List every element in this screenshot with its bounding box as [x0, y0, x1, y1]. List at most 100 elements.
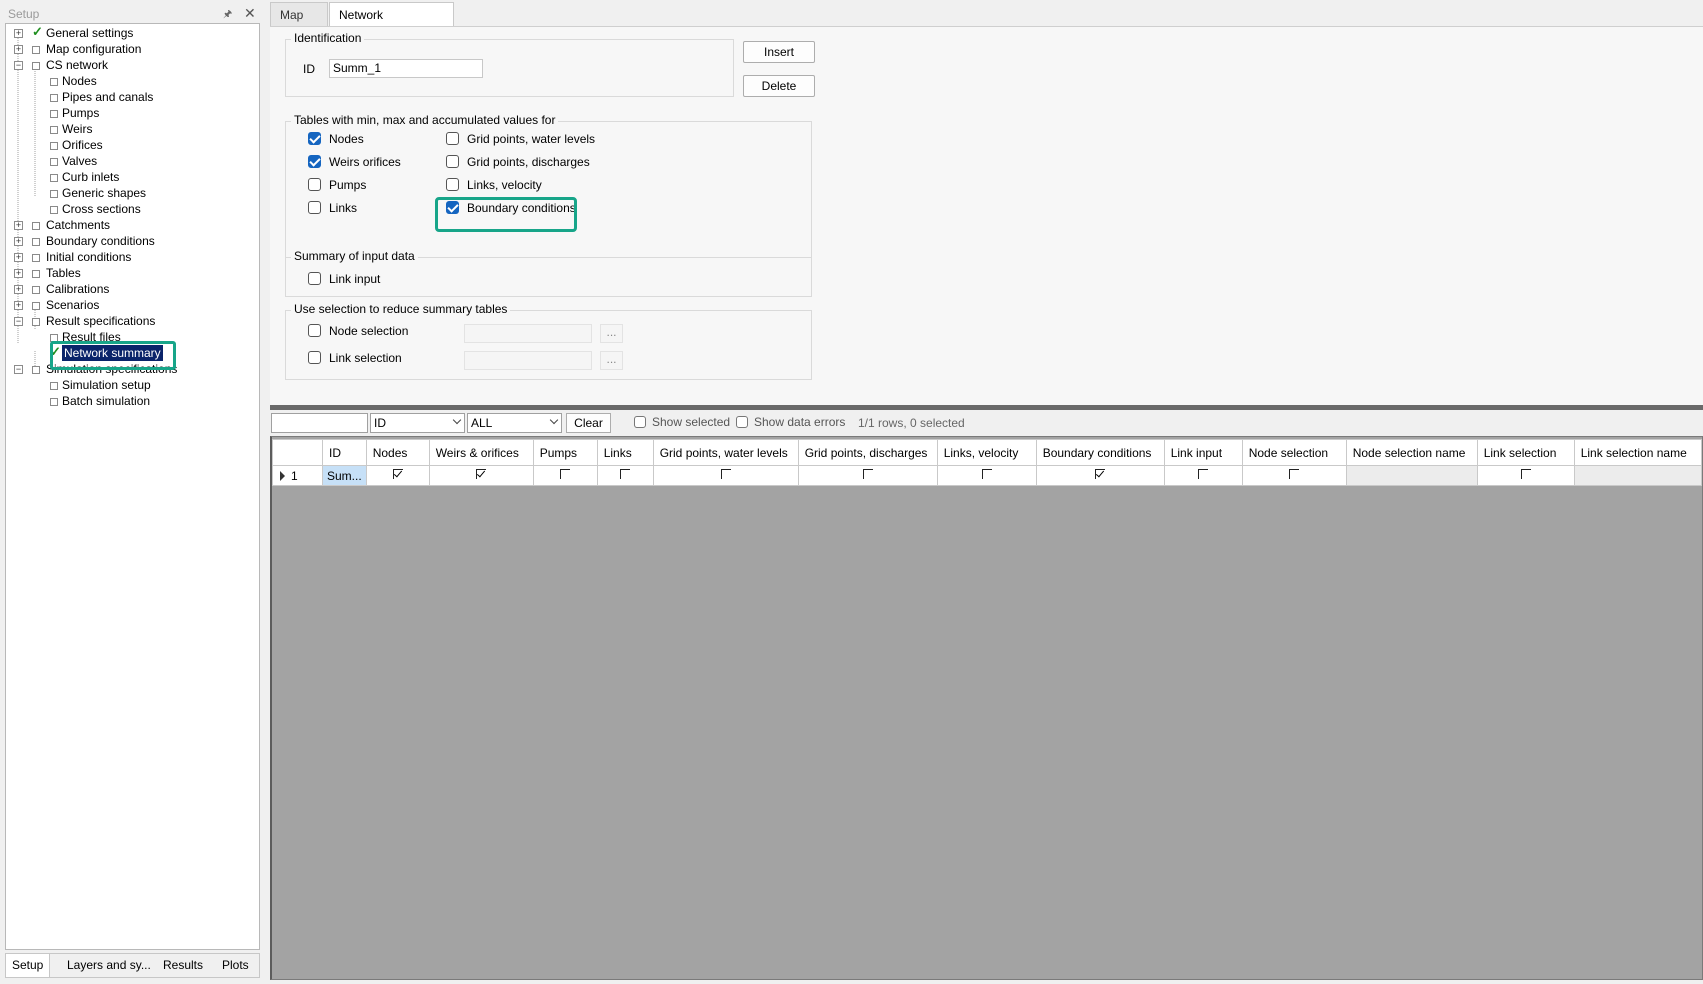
- tree-item-initial-conditions[interactable]: + Initial conditions: [6, 249, 256, 265]
- bottom-tab-plots[interactable]: Plots: [216, 954, 255, 977]
- show-data-errors-checkbox[interactable]: Show data errors: [736, 415, 845, 429]
- checkbox-cell[interactable]: [365, 465, 430, 486]
- tree-item-scenarios[interactable]: + Scenarios: [6, 297, 256, 313]
- tree-item-generic-shapes[interactable]: Generic shapes: [6, 185, 256, 201]
- expand-icon[interactable]: +: [14, 253, 23, 262]
- column-header[interactable]: Weirs & orifices: [428, 439, 534, 466]
- scope-select[interactable]: ALL: [467, 413, 562, 433]
- checkbox-grid-points-discharges[interactable]: Grid points, discharges: [446, 154, 590, 170]
- column-header[interactable]: Pumps: [532, 439, 598, 466]
- checkbox-box[interactable]: [446, 155, 459, 169]
- checkbox-nodes[interactable]: Nodes: [308, 131, 364, 147]
- column-header[interactable]: Link selection name: [1573, 439, 1702, 466]
- tree-item-batch-simulation[interactable]: Batch simulation: [6, 393, 256, 409]
- link-selection-browse-button[interactable]: ...: [600, 351, 623, 370]
- show-selected-checkbox[interactable]: Show selected: [634, 415, 730, 429]
- tree-item-cross-sections[interactable]: Cross sections: [6, 201, 256, 217]
- column-header[interactable]: Link input: [1163, 439, 1243, 466]
- checkbox-cell[interactable]: [1163, 465, 1243, 486]
- tree-item-cs-network[interactable]: − CS network: [6, 57, 256, 73]
- column-header[interactable]: ID: [322, 439, 367, 466]
- id-cell[interactable]: Sum...: [322, 465, 367, 486]
- delete-button[interactable]: Delete: [743, 75, 815, 97]
- checkbox-cell[interactable]: [652, 465, 799, 486]
- expand-icon[interactable]: +: [14, 301, 23, 310]
- checkbox-box[interactable]: [308, 155, 321, 169]
- link-selection-input[interactable]: [464, 351, 592, 370]
- checkbox-cell[interactable]: [532, 465, 598, 486]
- checkbox-cell[interactable]: [797, 465, 938, 486]
- column-header[interactable]: Nodes: [365, 439, 430, 466]
- bottom-tab-setup[interactable]: Setup: [6, 954, 51, 977]
- tree-item-pipes-and-canals[interactable]: Pipes and canals: [6, 89, 256, 105]
- column-header[interactable]: Links, velocity: [936, 439, 1037, 466]
- column-header[interactable]: Link selection: [1476, 439, 1575, 466]
- unchecked-box-icon[interactable]: [862, 469, 873, 479]
- grid-corner-header[interactable]: [272, 439, 323, 466]
- checked-box-icon[interactable]: [392, 469, 403, 479]
- tree-item-result-specifications[interactable]: − Result specifications: [6, 313, 256, 329]
- node-selection-box[interactable]: [308, 324, 321, 338]
- checkbox-box[interactable]: [446, 178, 459, 192]
- column-header[interactable]: Grid points, discharges: [797, 439, 938, 466]
- checkbox-cell[interactable]: [1476, 465, 1575, 486]
- checkbox-pumps[interactable]: Pumps: [308, 177, 366, 193]
- tree-item-general-settings[interactable]: + ✓ General settings: [6, 24, 256, 41]
- checkbox-cell[interactable]: [428, 465, 534, 486]
- checkbox-links-velocity[interactable]: Links, velocity: [446, 177, 542, 193]
- checkbox-box[interactable]: [308, 178, 321, 192]
- tree-item-tables[interactable]: + Tables: [6, 265, 256, 281]
- collapse-icon[interactable]: −: [14, 61, 23, 70]
- row-header[interactable]: 1: [272, 465, 323, 486]
- close-icon[interactable]: ✕: [244, 5, 256, 22]
- expand-icon[interactable]: +: [14, 285, 23, 294]
- insert-button[interactable]: Insert: [743, 41, 815, 63]
- show-data-errors-box[interactable]: [736, 415, 748, 428]
- bottom-tab-results[interactable]: Results: [157, 954, 209, 977]
- link-selection-box[interactable]: [308, 351, 321, 365]
- bottom-tab-layers[interactable]: Layers and sy...: [61, 954, 157, 977]
- expand-icon[interactable]: +: [14, 29, 23, 38]
- column-header[interactable]: Node selection name: [1345, 439, 1478, 466]
- unchecked-box-icon[interactable]: [620, 469, 631, 479]
- column-header[interactable]: Boundary conditions: [1035, 439, 1165, 466]
- clear-button[interactable]: Clear: [566, 413, 611, 433]
- tree-item-curb-inlets[interactable]: Curb inlets: [6, 169, 256, 185]
- unchecked-box-icon[interactable]: [1520, 469, 1531, 479]
- tab-map[interactable]: Map: [270, 2, 328, 26]
- column-select[interactable]: ID: [370, 413, 465, 433]
- column-header[interactable]: Grid points, water levels: [652, 439, 799, 466]
- checkbox-box[interactable]: [308, 132, 321, 146]
- unchecked-box-icon[interactable]: [1289, 469, 1300, 479]
- unchecked-box-icon[interactable]: [720, 469, 731, 479]
- checked-box-icon[interactable]: [1095, 469, 1106, 479]
- table-row[interactable]: 1 Sum...: [272, 465, 1702, 486]
- pin-icon[interactable]: 🖈: [223, 7, 233, 20]
- tree-item-catchments[interactable]: + Catchments: [6, 217, 256, 233]
- show-selected-box[interactable]: [634, 415, 646, 428]
- expand-icon[interactable]: +: [14, 45, 23, 54]
- column-header[interactable]: Links: [596, 439, 654, 466]
- collapse-icon[interactable]: −: [14, 317, 23, 326]
- expand-icon[interactable]: +: [14, 269, 23, 278]
- node-selection-checkbox[interactable]: Node selection: [308, 323, 408, 339]
- unchecked-box-icon[interactable]: [1198, 469, 1209, 479]
- tree-item-calibrations[interactable]: + Calibrations: [6, 281, 256, 297]
- name-cell[interactable]: [1573, 465, 1702, 486]
- checkbox-cell[interactable]: [1035, 465, 1165, 486]
- tab-network-summary[interactable]: Network summary✕: [329, 2, 454, 46]
- column-header[interactable]: Node selection: [1241, 439, 1347, 466]
- name-cell[interactable]: [1345, 465, 1478, 486]
- tree-item-map-configuration[interactable]: + Map configuration: [6, 41, 256, 57]
- setup-tree[interactable]: + ✓ General settings + Map configuration − CS …: [5, 23, 260, 950]
- unchecked-box-icon[interactable]: [981, 469, 992, 479]
- node-selection-input[interactable]: [464, 324, 592, 343]
- node-selection-browse-button[interactable]: ...: [600, 324, 623, 343]
- id-input[interactable]: Summ_1: [329, 59, 483, 78]
- expand-icon[interactable]: +: [14, 237, 23, 246]
- tree-item-simulation-setup[interactable]: Simulation setup: [6, 377, 256, 393]
- checkbox-weirs-orifices[interactable]: Weirs orifices: [308, 154, 401, 170]
- collapse-icon[interactable]: −: [14, 365, 23, 374]
- tree-item-pumps[interactable]: Pumps: [6, 105, 256, 121]
- expand-icon[interactable]: +: [14, 221, 23, 230]
